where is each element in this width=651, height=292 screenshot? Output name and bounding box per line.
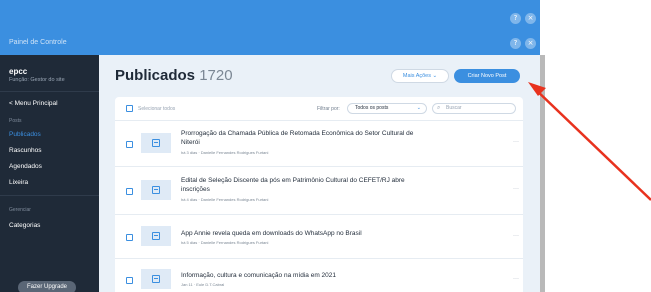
- arrow-shaft: [533, 87, 651, 201]
- arrowhead-icon: [528, 82, 546, 96]
- annotation-arrow: [528, 82, 651, 201]
- screen: ? × Painel de Controle ? × epcc Função: …: [0, 0, 651, 292]
